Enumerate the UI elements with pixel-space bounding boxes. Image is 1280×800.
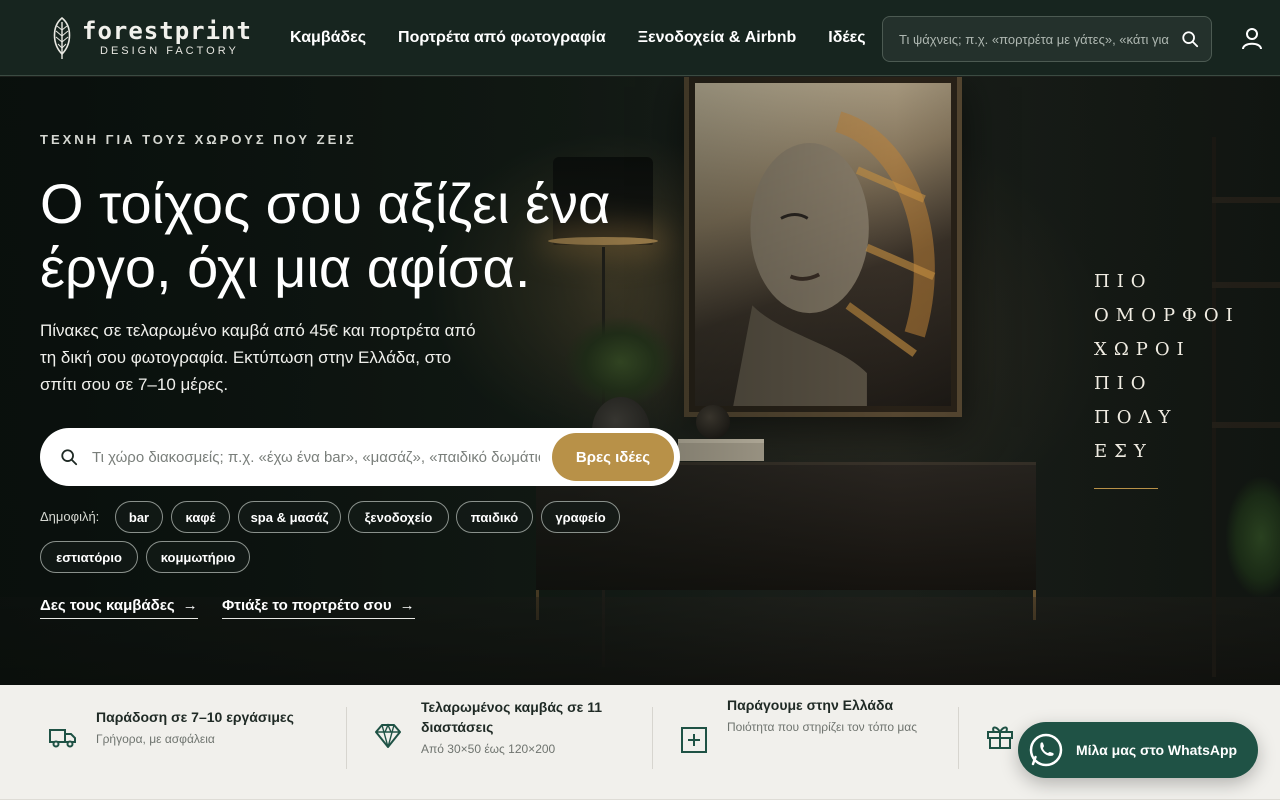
hero-side-slogan: ΠΙΟ ΟΜΟΡΦΟΙ ΧΩΡΟΙ ΠΙΟ ΠΟΛΥ ΕΣΥ	[1094, 265, 1240, 469]
whatsapp-label: Μίλα μας στο WhatsApp	[1076, 742, 1238, 758]
header-search-input[interactable]	[899, 31, 1173, 47]
search-icon	[61, 449, 78, 466]
nav-item-photo-portraits[interactable]: Πορτρέτα από φωτογραφία	[398, 29, 606, 47]
site-header: forestprint DESIGN FACTORY Καμβάδες Πορτ…	[0, 0, 1280, 76]
feature-divider	[346, 707, 347, 769]
chip-cafe[interactable]: καφέ	[171, 501, 230, 533]
slogan-divider	[1094, 488, 1158, 489]
plus-square-icon	[681, 727, 707, 753]
header-search	[882, 16, 1212, 62]
nav-item-hotels-airbnb[interactable]: Ξενοδοχεία & Airbnb	[638, 29, 797, 47]
find-ideas-button[interactable]: Βρες ιδέες	[552, 433, 674, 481]
slogan-line: ΟΜΟΡΦΟΙ	[1094, 305, 1240, 326]
feature-subtitle: Από 30×50 έως 120×200	[421, 742, 556, 756]
user-account-icon[interactable]	[1240, 26, 1264, 50]
diamond-icon	[375, 723, 401, 748]
hero-search-input[interactable]	[92, 448, 540, 466]
gift-icon	[987, 726, 1013, 749]
chip-bar[interactable]: bar	[115, 501, 163, 533]
feature-divider	[958, 707, 959, 769]
slogan-line: ΠΟΛΥ	[1094, 407, 1178, 428]
hero-title: Ο τοίχος σου αξίζει ένα έργο, όχι μια αφ…	[40, 172, 611, 299]
see-canvases-link[interactable]: Δες τους καμβάδες →	[40, 597, 198, 619]
nav-item-canvases[interactable]: Καμβάδες	[290, 29, 366, 47]
make-portrait-link[interactable]: Φτιάξε το πορτρέτο σου →	[222, 597, 415, 619]
feature-divider	[652, 707, 653, 769]
arrow-right-icon: →	[399, 597, 415, 614]
chip-hair-salon[interactable]: κομμωτήριο	[146, 541, 250, 573]
search-icon[interactable]	[1181, 30, 1199, 48]
whatsapp-icon	[1029, 733, 1063, 767]
chip-hotel[interactable]: ξενοδοχείο	[348, 501, 449, 533]
logo-tagline: DESIGN FACTORY	[100, 45, 239, 57]
hero-eyebrow: ΤΕΧΝΗ ΓΙΑ ΤΟΥΣ ΧΩΡΟΥΣ ΠΟΥ ΖΕΙΣ	[40, 132, 357, 147]
hero-subtitle: Πίνακες σε τελαρωμένο καμβά από 45€ και …	[40, 321, 476, 394]
popular-label: Δημοφιλή:	[40, 509, 100, 524]
see-canvases-label: Δες τους καμβάδες	[40, 597, 175, 614]
slogan-line: ΧΩΡΟΙ	[1094, 339, 1191, 360]
arrow-right-icon: →	[182, 597, 198, 614]
feature-delivery: Παράδοση σε 7–10 εργάσιμες Γρήγορα, με α…	[48, 707, 338, 777]
feature-made-in-greece: Παράγουμε στην Ελλάδα Ποιότητα που στηρί…	[679, 695, 939, 765]
chip-restaurant[interactable]: εστιατόριο	[40, 541, 138, 573]
slogan-line: ΕΣΥ	[1094, 441, 1153, 462]
feature-title: Παράγουμε στην Ελλάδα	[727, 697, 894, 713]
hero-section: ΤΕΧΝΗ ΓΙΑ ΤΟΥΣ ΧΩΡΟΥΣ ΠΟΥ ΖΕΙΣ Ο τοίχος …	[0, 77, 1280, 685]
feature-title: Τελαρωμένος καμβάς σε 11 διαστάσεις	[421, 699, 603, 735]
feature-subtitle: Γρήγορα, με ασφάλεια	[96, 732, 215, 746]
feature-subtitle: Ποιότητα που στηρίζει τον τόπο μας	[727, 720, 917, 734]
chip-office[interactable]: γραφείο	[541, 501, 620, 533]
feature-title: Παράδοση σε 7–10 εργάσιμες	[96, 709, 294, 725]
feature-canvas-sizes: Τελαρωμένος καμβάς σε 11 διαστάσεις Από …	[373, 697, 633, 767]
truck-icon	[49, 729, 76, 748]
slogan-line: ΠΙΟ	[1094, 373, 1153, 394]
make-portrait-label: Φτιάξε το πορτρέτο σου	[222, 597, 392, 614]
logo-name: forestprint	[82, 17, 252, 45]
whatsapp-chat-button[interactable]: Μίλα μας στο WhatsApp	[1018, 722, 1258, 778]
slogan-line: ΠΙΟ	[1094, 271, 1153, 292]
logo[interactable]: forestprint DESIGN FACTORY	[50, 14, 252, 62]
chip-kids[interactable]: παιδικό	[456, 501, 533, 533]
leaf-logo-icon	[53, 16, 71, 59]
nav-item-ideas[interactable]: Ιδέες	[828, 29, 865, 47]
hero-search-bar: Βρες ιδέες	[40, 428, 680, 486]
main-nav: Καμβάδες Πορτρέτα από φωτογραφία Ξενοδοχ…	[290, 0, 898, 76]
chip-spa-massage[interactable]: spa & μασάζ	[238, 501, 341, 533]
